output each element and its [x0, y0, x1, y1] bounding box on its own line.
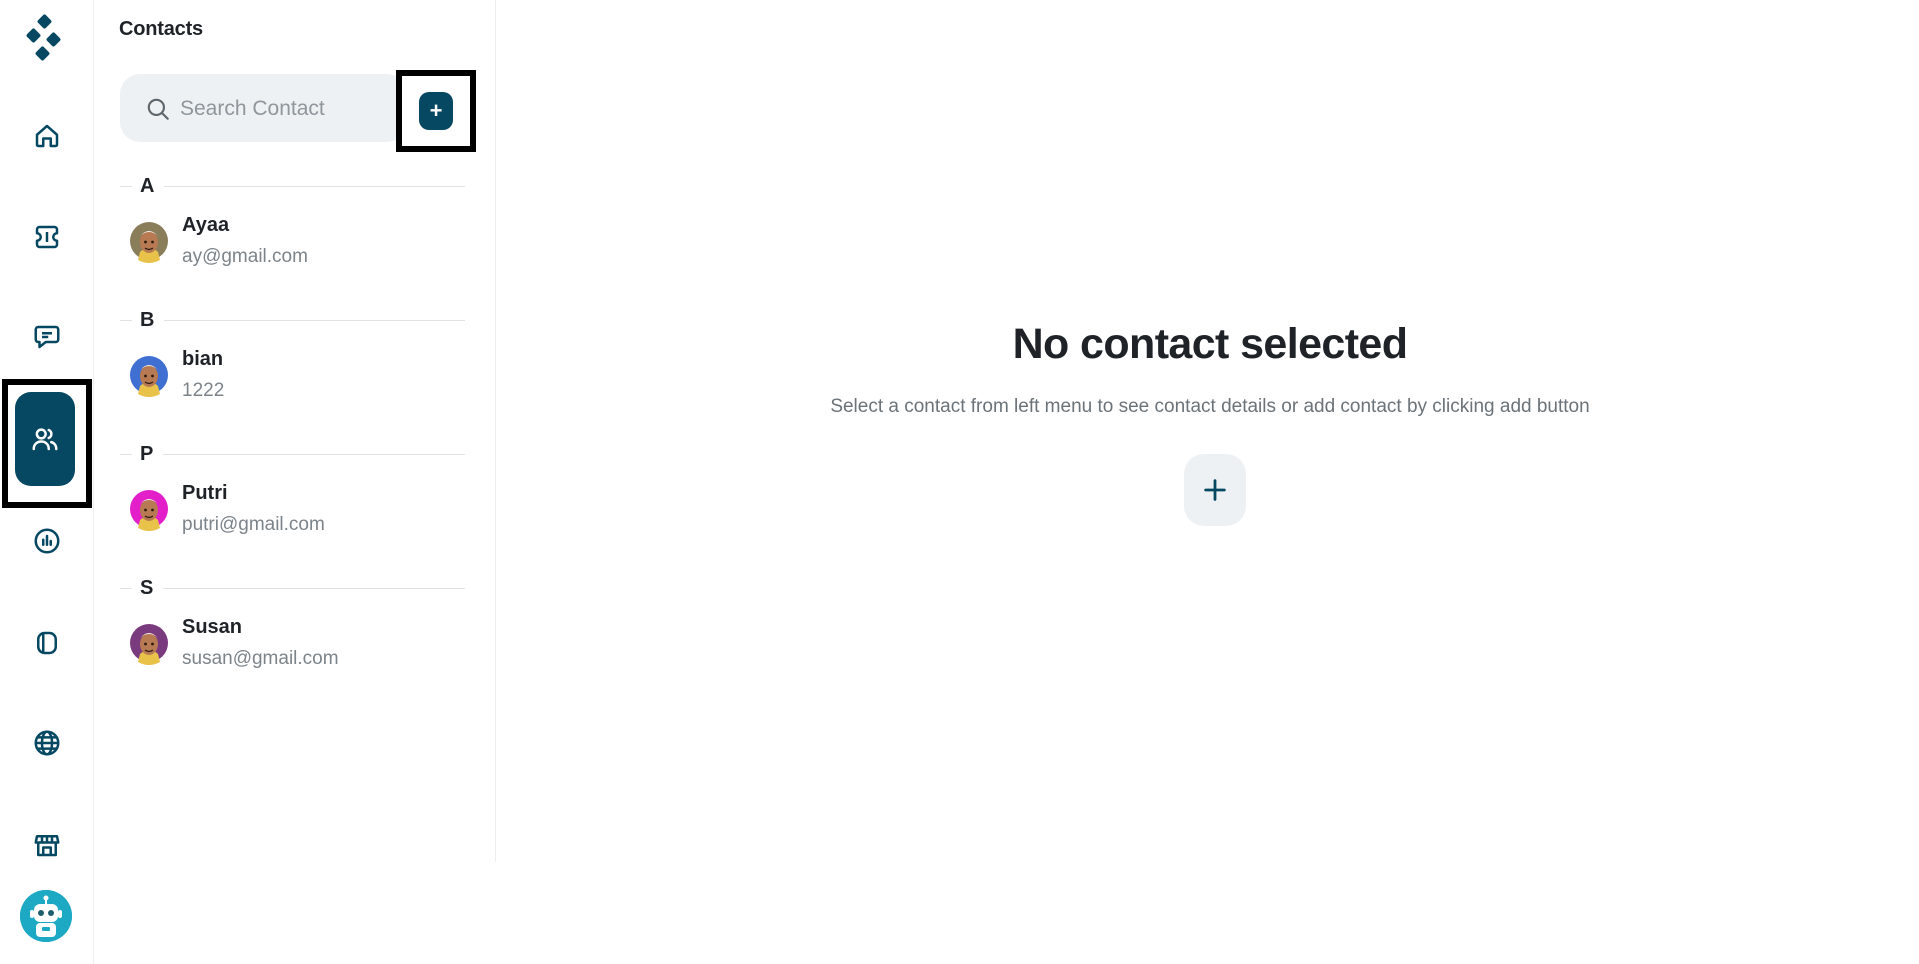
- contact-item[interactable]: Putri putri@gmail.com: [130, 478, 470, 548]
- home-icon: [35, 124, 59, 148]
- device-icon: [37, 631, 57, 655]
- section-header: B: [120, 308, 465, 332]
- contact-avatar: [130, 356, 168, 397]
- section-letter: P: [140, 442, 154, 465]
- plus-icon: [1204, 479, 1226, 501]
- rail-contacts-button[interactable]: [15, 392, 75, 486]
- contact-detail: putri@gmail.com: [182, 514, 325, 535]
- divider: [163, 453, 465, 455]
- app-logo-icon[interactable]: [24, 14, 68, 62]
- search-input[interactable]: [180, 92, 380, 126]
- contact-detail: 1222: [182, 380, 225, 401]
- robot-icon: [20, 890, 72, 942]
- empty-state-add-button[interactable]: [1184, 454, 1246, 526]
- rail-analytics-button[interactable]: [22, 516, 72, 566]
- section-header: S: [120, 576, 465, 600]
- ticket-icon: [35, 225, 59, 249]
- divider: [120, 319, 132, 321]
- panel-title: Contacts: [119, 18, 203, 40]
- divider: [164, 319, 465, 321]
- contact-item[interactable]: Ayaa ay@gmail.com: [130, 210, 470, 280]
- empty-state-subtitle: Select a contact from left menu to see c…: [830, 396, 1590, 417]
- section-letter: A: [140, 174, 155, 197]
- rail-home-button[interactable]: [22, 111, 72, 161]
- search-bar: [120, 74, 407, 142]
- chat-icon: [34, 325, 60, 349]
- contacts-icon: [32, 428, 58, 451]
- rail-store-button[interactable]: [22, 820, 72, 870]
- rail-tickets-button[interactable]: [22, 212, 72, 262]
- rail-web-button[interactable]: [22, 718, 72, 768]
- divider: [120, 587, 132, 589]
- section-header: A: [120, 174, 465, 198]
- contact-name: Susan: [182, 616, 243, 638]
- add-contact-button[interactable]: +: [419, 92, 453, 130]
- divider: [163, 587, 465, 589]
- store-icon: [34, 835, 60, 857]
- contact-name: bian: [182, 348, 224, 370]
- rail-device-button[interactable]: [22, 618, 72, 668]
- divider: [120, 453, 132, 455]
- section-letter: S: [140, 576, 154, 599]
- contact-name: Putri: [182, 482, 228, 504]
- contact-item[interactable]: bian 1222: [130, 344, 470, 414]
- contact-avatar: [130, 222, 168, 263]
- section-letter: B: [140, 308, 155, 331]
- contact-item[interactable]: Susan susan@gmail.com: [130, 612, 470, 682]
- contact-name: Ayaa: [182, 214, 230, 236]
- analytics-icon: [34, 528, 60, 554]
- divider: [120, 185, 132, 187]
- search-icon: [147, 98, 169, 120]
- contact-detail: susan@gmail.com: [182, 648, 339, 669]
- bot-avatar[interactable]: [20, 890, 72, 942]
- empty-state-title: No contact selected: [1012, 320, 1408, 368]
- contact-avatar: [130, 490, 168, 531]
- globe-icon: [34, 730, 60, 756]
- contact-avatar: [130, 624, 168, 665]
- section-header: P: [120, 442, 465, 466]
- divider: [164, 185, 465, 187]
- add-contact-highlight-frame: +: [396, 70, 476, 152]
- contact-detail: ay@gmail.com: [182, 246, 308, 267]
- icon-rail: [0, 0, 94, 964]
- rail-chat-button[interactable]: [22, 312, 72, 362]
